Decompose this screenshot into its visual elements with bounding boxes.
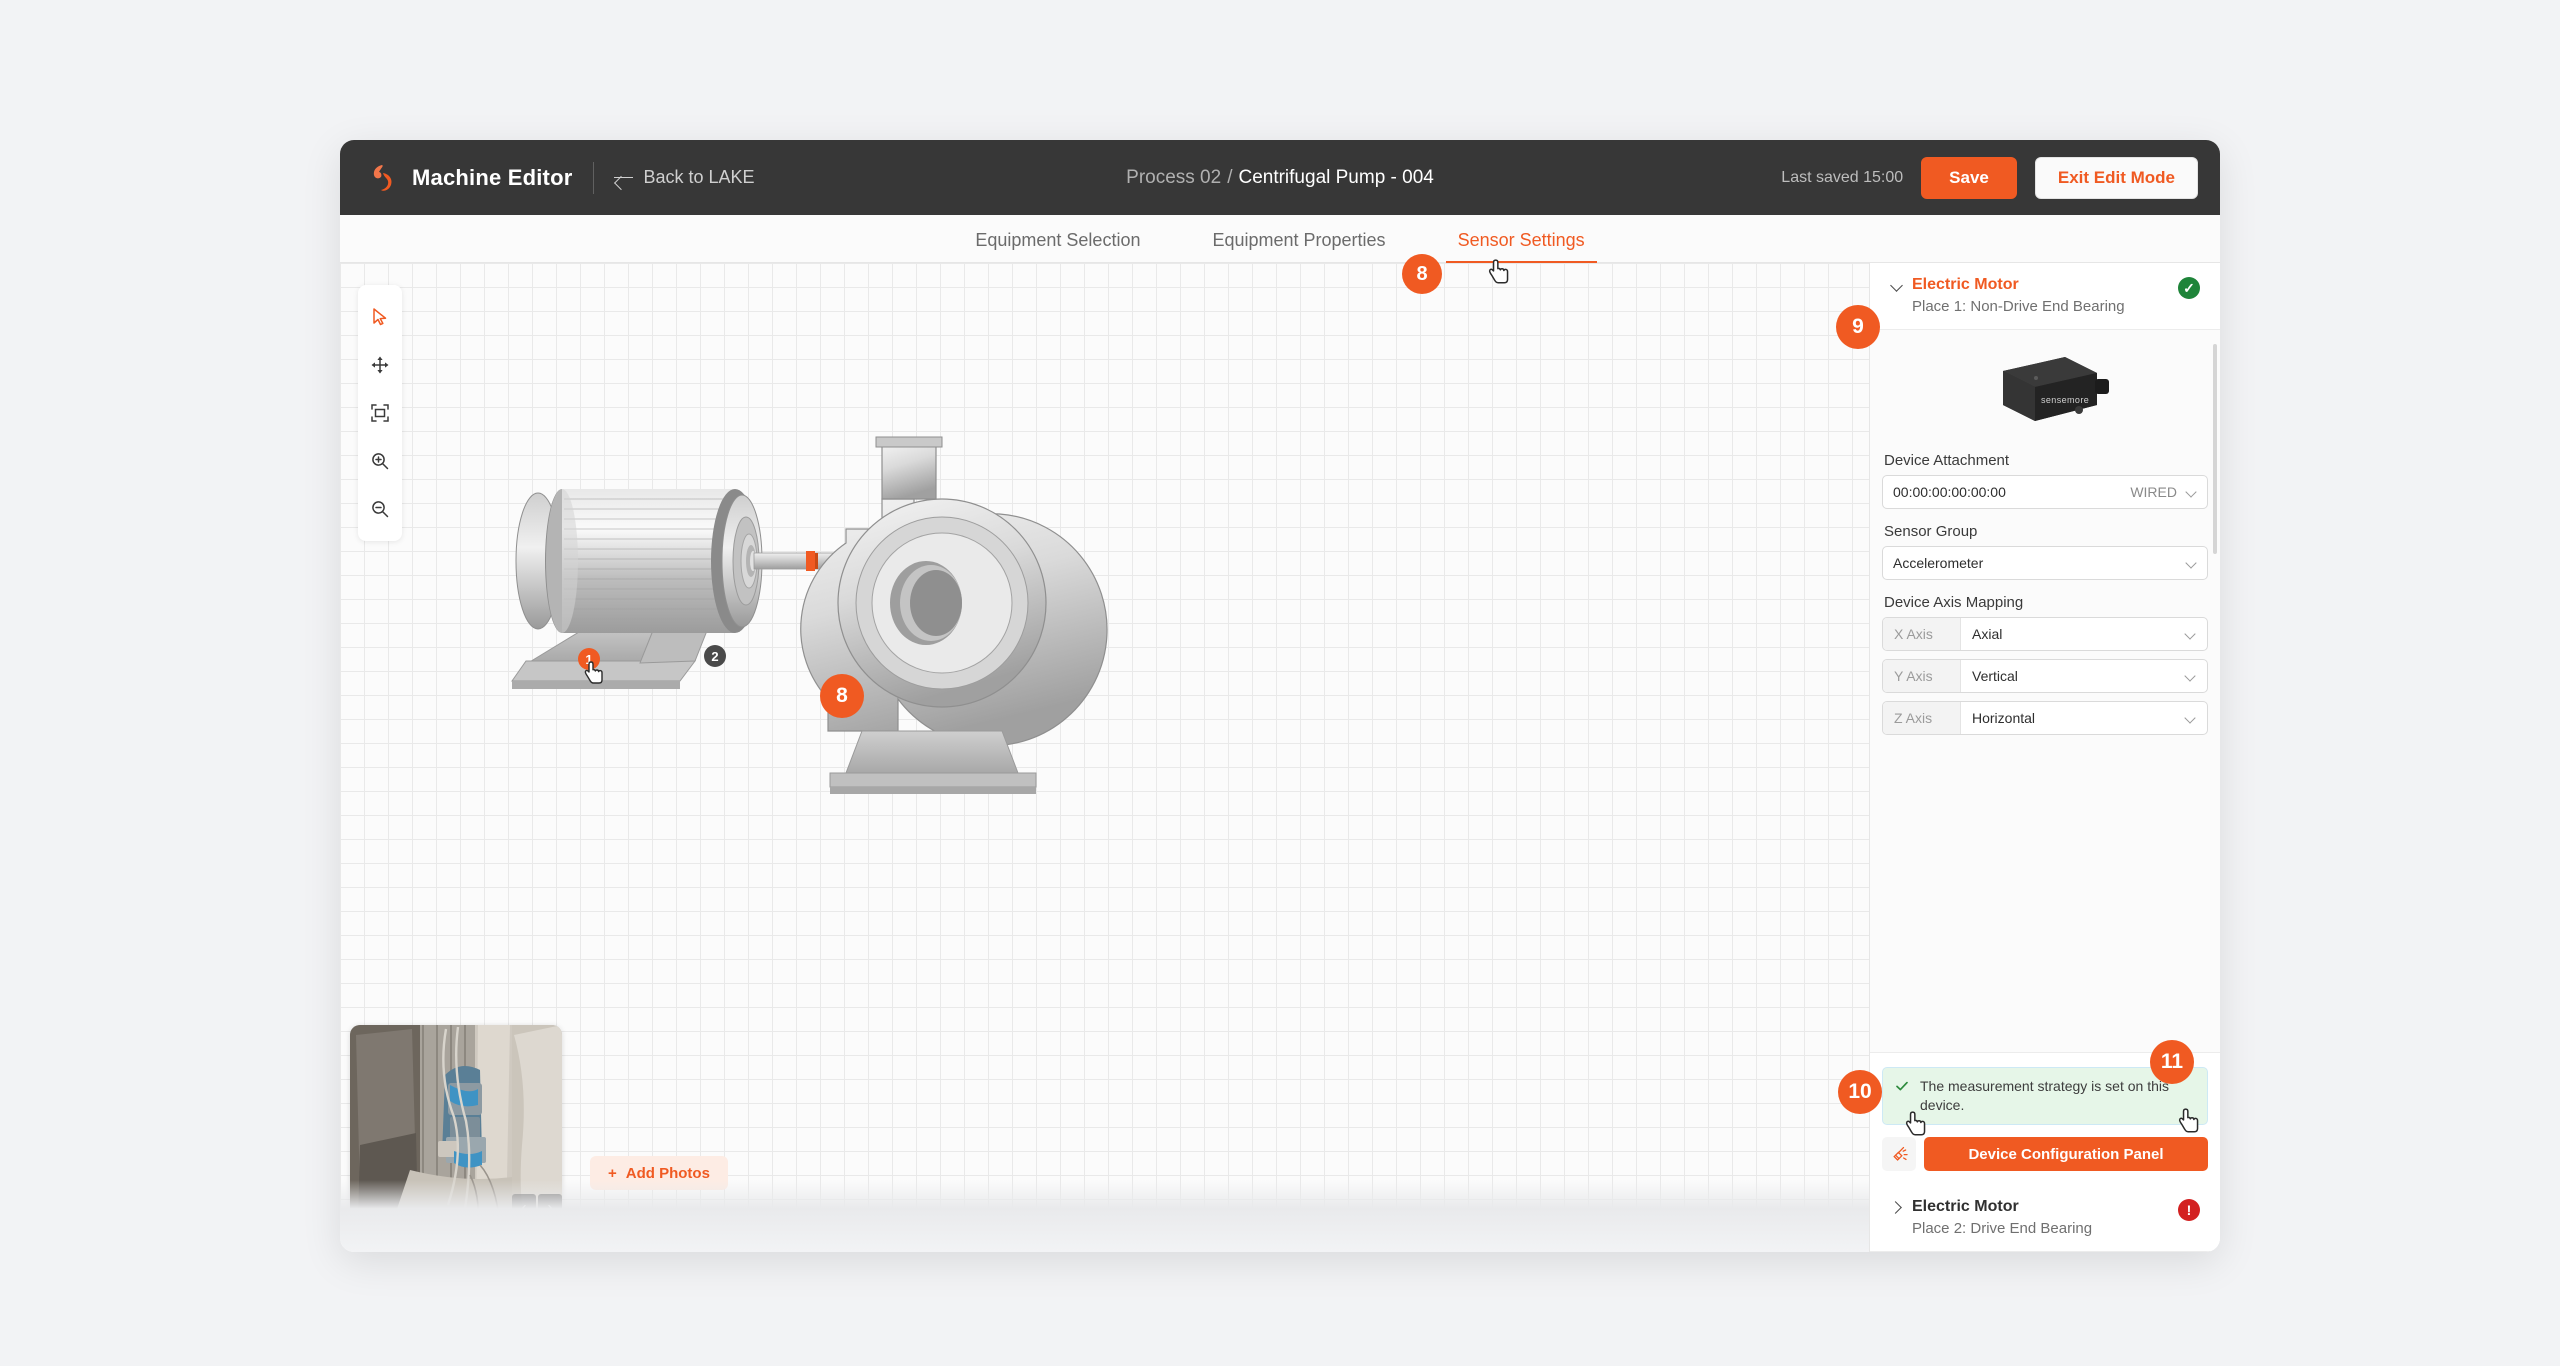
card-subtitle: Place 1: Non-Drive End Bearing (1912, 298, 2125, 315)
motor-marker-2[interactable]: 2 (704, 645, 726, 667)
device-attachment-mode: WIRED (2130, 484, 2177, 500)
chevron-down-icon[interactable] (2185, 629, 2196, 640)
sensemore-logo-icon (368, 162, 398, 194)
canvas-bottom-fade (340, 1180, 1869, 1252)
save-button[interactable]: Save (1921, 156, 2017, 199)
chevron-down-icon[interactable] (2185, 713, 2196, 724)
header-divider (592, 161, 594, 194)
device-attachment-input[interactable]: 00:00:00:00:00:00 WIRED (1882, 475, 2208, 509)
x-axis-tag: X Axis (1883, 618, 1961, 650)
x-axis-value: Axial (1972, 626, 2003, 642)
machine-canvas[interactable]: 1 2 + Add Photos (340, 263, 1869, 1252)
last-saved-label: Last saved 15:00 (1781, 168, 1904, 186)
tab-sensor-settings[interactable]: Sensor Settings (1445, 230, 1597, 263)
pointer-cursor-broom (1905, 1110, 1929, 1143)
top-bar: Machine Editor Back to LAKE Process 02 /… (340, 140, 2220, 215)
tab-equipment-properties[interactable]: Equipment Properties (1212, 230, 1385, 262)
check-icon (1894, 1078, 1910, 1099)
zoom-in-icon[interactable] (358, 437, 402, 485)
step-badge-8-tab: 8 (1402, 254, 1442, 294)
step-badge-9-panel: 9 (1836, 305, 1880, 349)
machine-illustration[interactable]: 1 2 (490, 413, 1170, 848)
chevron-down-icon[interactable] (2186, 558, 2197, 569)
y-axis-value: Vertical (1972, 668, 2018, 684)
select-cursor-icon[interactable] (358, 293, 402, 341)
card-title-2: Electric Motor (1912, 1198, 2019, 1215)
step-badge-10-broom: 10 (1838, 1070, 1882, 1114)
app-title: Machine Editor (412, 164, 573, 190)
card-title: Electric Motor (1912, 276, 2019, 293)
step-badge-8-marker: 8 (820, 674, 864, 718)
add-photos-label: Add Photos (625, 1164, 710, 1182)
device-attachment-value: 00:00:00:00:00:00 (1893, 484, 2006, 500)
card-header-2: Electric Motor (1890, 1198, 2200, 1216)
breadcrumb-current: Centrifugal Pump - 004 (1238, 166, 1434, 188)
status-badge-ok: ✓ (2178, 277, 2200, 299)
zoom-out-icon[interactable] (358, 485, 402, 533)
chevron-down-icon[interactable] (2185, 671, 2196, 682)
tab-equipment-selection[interactable]: Equipment Selection (975, 230, 1140, 262)
panel-fields: sensemore Device Attachment 00:00:00:00:… (1882, 330, 2208, 735)
card-header: Electric Motor (1890, 276, 2200, 294)
y-axis-select[interactable]: Y Axis Vertical (1882, 659, 2208, 693)
svg-text:sensemore: sensemore (2041, 395, 2089, 405)
tab-bar: Equipment Selection Equipment Properties… (340, 215, 2220, 263)
panel-scroll-area[interactable]: sensemore Device Attachment 00:00:00:00:… (1870, 330, 2220, 1053)
editor-body: 1 2 + Add Photos Electric Motor Place 1:… (340, 263, 2220, 1252)
z-axis-value: Horizontal (1972, 710, 2036, 726)
device-axis-mapping-group: Device Axis Mapping X Axis Axial Y Axis … (1882, 594, 2208, 735)
device-attachment-label: Device Attachment (1884, 452, 2010, 469)
card-subtitle-2: Place 2: Drive End Bearing (1912, 1220, 2093, 1237)
step-badge-11-alert: 11 (2150, 1040, 2194, 1084)
x-axis-select[interactable]: X Axis Axial (1882, 617, 2208, 651)
y-axis-tag: Y Axis (1883, 660, 1961, 692)
chevron-down-icon[interactable] (1890, 279, 1903, 292)
sensor-group-label: Sensor Group (1884, 523, 1978, 540)
device-axis-mapping-label: Device Axis Mapping (1884, 594, 2024, 611)
sensor-group-group: Sensor Group Accelerometer (1882, 523, 2208, 580)
chevron-down-icon[interactable] (2186, 487, 2197, 498)
back-to-lake-link[interactable]: Back to LAKE (613, 167, 755, 188)
z-axis-tag: Z Axis (1883, 702, 1961, 734)
move-icon[interactable] (358, 341, 402, 389)
device-configuration-panel-button[interactable]: Device Configuration Panel (1924, 1137, 2208, 1171)
arrow-left-icon (613, 171, 633, 185)
measurement-alert-text: The measurement strategy is set on this … (1920, 1078, 2169, 1114)
back-link-label: Back to LAKE (643, 167, 755, 187)
z-axis-select[interactable]: Z Axis Horizontal (1882, 701, 2208, 735)
pointer-cursor-tab (1488, 258, 1512, 291)
electric-motor-card[interactable]: Electric Motor Place 1: Non-Drive End Be… (1870, 263, 2220, 330)
panel-scrollbar[interactable] (2213, 344, 2217, 554)
exit-edit-mode-button[interactable]: Exit Edit Mode (2034, 156, 2198, 199)
chevron-right-icon[interactable] (1890, 1201, 1903, 1214)
footer-actions: Device Configuration Panel (1882, 1137, 2208, 1171)
sensor-group-select[interactable]: Accelerometer (1882, 546, 2208, 580)
pointer-cursor-devcfg (2178, 1107, 2202, 1140)
device-attachment-group: Device Attachment 00:00:00:00:00:00 WIRE… (1882, 452, 2208, 509)
brand-group: Machine Editor (368, 162, 573, 194)
canvas-toolbar (358, 285, 402, 541)
pointer-cursor-marker (584, 660, 606, 691)
breadcrumb-separator: / (1227, 166, 1233, 188)
sensor-settings-panel: Electric Motor Place 1: Non-Drive End Be… (1869, 263, 2220, 1252)
fit-to-screen-icon[interactable] (358, 389, 402, 437)
top-bar-actions: Last saved 15:00 Save Exit Edit Mode (1781, 156, 2198, 199)
breadcrumb-parent: Process 02 (1126, 166, 1222, 188)
machine-editor-window: Machine Editor Back to LAKE Process 02 /… (340, 140, 2220, 1252)
device-image: sensemore (1882, 344, 2208, 436)
electric-motor-card-2[interactable]: Electric Motor Place 2: Drive End Bearin… (1870, 1185, 2220, 1252)
sensor-group-value: Accelerometer (1893, 555, 1984, 571)
status-badge-error: ! (2178, 1199, 2200, 1221)
plus-icon: + (608, 1164, 617, 1182)
